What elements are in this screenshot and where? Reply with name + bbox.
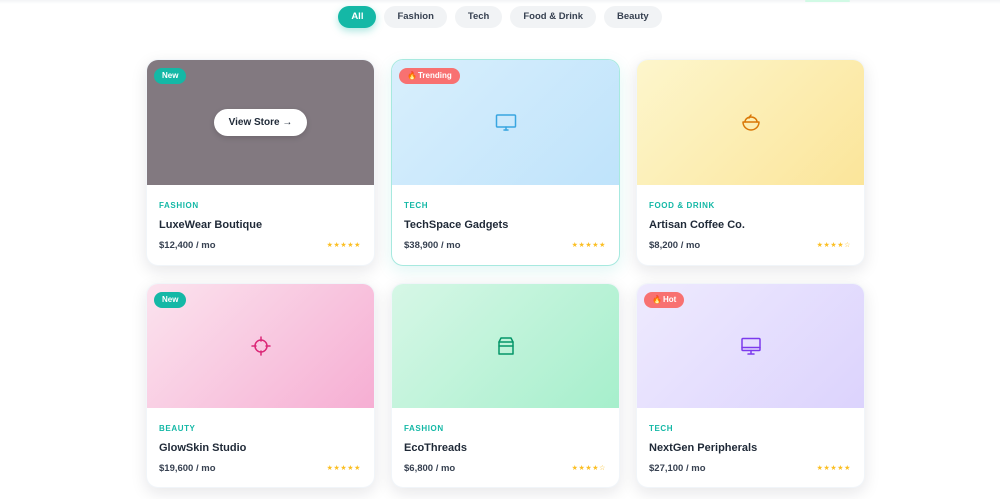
store-price: $12,400 / mo — [159, 240, 216, 251]
new-badge: New — [154, 292, 187, 308]
filter-tech[interactable]: Tech — [454, 6, 503, 28]
desktop-icon — [740, 337, 761, 355]
hot-badge: 🔥Hot — [644, 292, 685, 308]
star-rating: ★★★★★ — [326, 242, 361, 249]
filter-beauty[interactable]: Beauty — [603, 6, 662, 28]
store-name: TechSpace Gadgets — [404, 219, 509, 231]
coffee-bowl-icon — [741, 113, 760, 131]
crosshair-icon — [250, 336, 271, 356]
badge-label: Trending — [417, 71, 452, 80]
store-card-luxewear[interactable]: New View Store → FASHION LuxeWear Boutiq… — [146, 59, 375, 266]
store-category: FASHION — [404, 424, 444, 433]
store-name: EcoThreads — [404, 442, 467, 454]
store-thumbnail: New — [147, 284, 374, 408]
store-card-body: FASHION LuxeWear Boutique $12,400 / mo ★… — [147, 185, 374, 265]
star-rating: ★★★★★ — [816, 465, 851, 472]
flame-icon: 🔥 — [652, 295, 662, 304]
store-card-glowskin[interactable]: New BEAUTY GlowSkin Studio $19,600 / mo … — [146, 283, 375, 488]
store-thumbnail: New View Store → — [147, 60, 374, 185]
store-price: $6,800 / mo — [404, 463, 456, 474]
store-name: LuxeWear Boutique — [159, 219, 263, 231]
filter-food-drink[interactable]: Food & Drink — [510, 6, 596, 28]
store-name: GlowSkin Studio — [159, 442, 247, 454]
store-name: Artisan Coffee Co. — [649, 219, 745, 231]
store-thumbnail: 🔥Hot — [637, 284, 864, 408]
store-price: $8,200 / mo — [649, 240, 701, 251]
filter-fashion[interactable]: Fashion — [384, 6, 447, 28]
store-card-nextgen[interactable]: 🔥Hot TECH NextGen Peripherals $27,100 / … — [636, 283, 865, 488]
badge-label: Hot — [662, 295, 677, 304]
header-shadow — [0, 0, 1000, 4]
bag-icon — [497, 337, 514, 355]
store-card-ecothreads[interactable]: FASHION EcoThreads $6,800 / mo ★★★★☆ — [391, 283, 620, 488]
monitor-icon — [495, 113, 516, 131]
store-category: FOOD & DRINK — [649, 201, 715, 210]
store-card-body: TECH NextGen Peripherals $27,100 / mo ★★… — [637, 408, 864, 487]
store-card-body: FOOD & DRINK Artisan Coffee Co. $8,200 /… — [637, 185, 864, 265]
store-grid: New View Store → FASHION LuxeWear Boutiq… — [146, 59, 865, 488]
header-accent — [805, 0, 850, 2]
store-price: $38,900 / mo — [404, 240, 461, 251]
store-thumbnail — [637, 60, 864, 185]
star-rating: ★★★★★ — [326, 465, 361, 472]
star-rating: ★★★★☆ — [571, 465, 606, 472]
category-filter-bar: All Fashion Tech Food & Drink Beauty — [0, 6, 1000, 28]
filter-all[interactable]: All — [338, 6, 377, 28]
view-store-button[interactable]: View Store → — [213, 109, 308, 136]
store-card-body: TECH TechSpace Gadgets $38,900 / mo ★★★★… — [392, 185, 619, 265]
store-category: FASHION — [159, 201, 199, 210]
store-card-body: FASHION EcoThreads $6,800 / mo ★★★★☆ — [392, 408, 619, 487]
star-rating: ★★★★☆ — [816, 242, 851, 249]
store-card-artisan-coffee[interactable]: FOOD & DRINK Artisan Coffee Co. $8,200 /… — [636, 59, 865, 266]
store-name: NextGen Peripherals — [649, 442, 758, 454]
store-thumbnail: 🔥Trending — [392, 60, 619, 185]
flame-icon: 🔥 — [407, 71, 417, 80]
store-category: BEAUTY — [159, 424, 196, 433]
store-category: TECH — [649, 424, 674, 433]
store-price: $27,100 / mo — [649, 463, 706, 474]
new-badge: New — [154, 68, 187, 84]
store-card-body: BEAUTY GlowSkin Studio $19,600 / mo ★★★★… — [147, 408, 374, 487]
store-category: TECH — [404, 201, 429, 210]
star-rating: ★★★★★ — [571, 242, 606, 249]
store-thumbnail — [392, 284, 619, 408]
trending-badge: 🔥Trending — [399, 68, 460, 84]
store-card-techspace[interactable]: 🔥Trending TECH TechSpace Gadgets $38,900… — [391, 59, 620, 266]
store-price: $19,600 / mo — [159, 463, 216, 474]
